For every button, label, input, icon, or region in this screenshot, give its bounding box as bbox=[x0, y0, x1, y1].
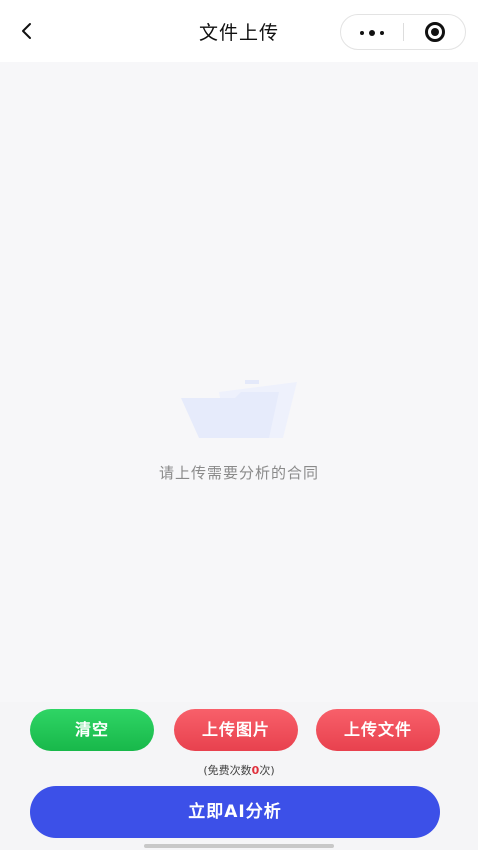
navigation-bar: 文件上传 bbox=[0, 0, 478, 62]
mini-program-capsule bbox=[340, 14, 466, 50]
clear-button[interactable]: 清空 bbox=[30, 709, 154, 751]
more-dots-icon bbox=[360, 31, 364, 35]
empty-hint-text: 请上传需要分析的合同 bbox=[158, 464, 319, 482]
home-indicator bbox=[144, 844, 334, 848]
free-note-suffix: 次) bbox=[259, 764, 275, 777]
action-buttons: 清空 上传图片 上传文件 bbox=[0, 709, 478, 753]
upload-area: 请上传需要分析的合同 bbox=[0, 62, 478, 702]
upload-file-button[interactable]: 上传文件 bbox=[316, 709, 440, 751]
more-button[interactable] bbox=[341, 15, 403, 49]
close-button[interactable] bbox=[404, 15, 466, 49]
ai-analyze-button[interactable]: 立即AI分析 bbox=[30, 786, 440, 838]
empty-state: 请上传需要分析的合同 bbox=[0, 374, 478, 483]
free-note-prefix: (免费次数 bbox=[203, 764, 252, 777]
folder-icon bbox=[181, 380, 297, 438]
file-upload-page: 文件上传 请上传需要分析的合同 清空 上传图片 上传文件 (免费次数0次) 立即… bbox=[0, 0, 478, 850]
upload-image-button[interactable]: 上传图片 bbox=[174, 709, 298, 751]
free-usage-note: (免费次数0次) bbox=[0, 762, 478, 778]
